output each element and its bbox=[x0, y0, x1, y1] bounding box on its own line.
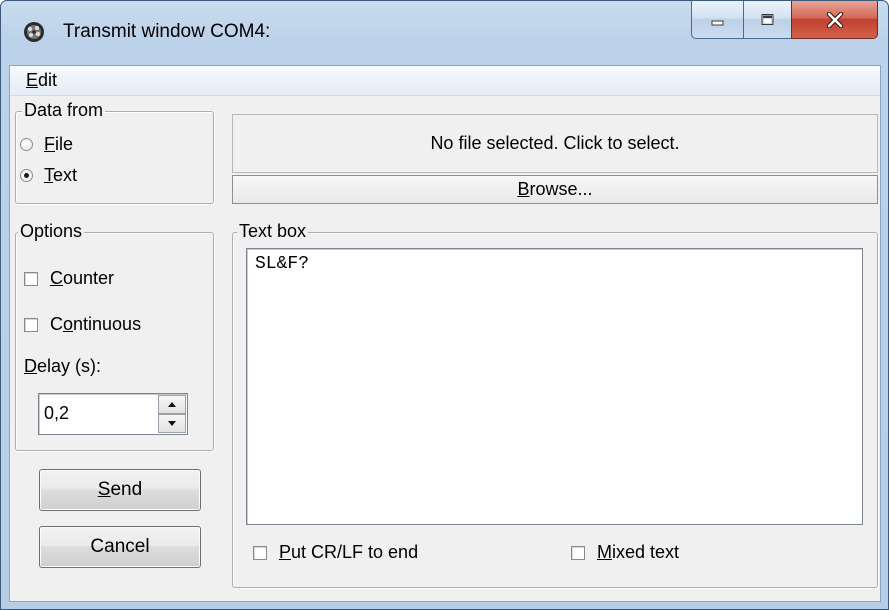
cancel-button[interactable]: Cancel bbox=[39, 526, 201, 568]
data-from-label: Data from bbox=[22, 100, 106, 121]
client-area: Edit Data from File Text No file selecte… bbox=[9, 65, 881, 602]
minimize-icon bbox=[711, 20, 723, 25]
send-mnemonic: S bbox=[97, 479, 111, 500]
window-title: Transmit window COM4: bbox=[63, 21, 271, 42]
radio-file-button[interactable] bbox=[20, 138, 33, 151]
mixed-label: ixed text bbox=[612, 542, 680, 562]
browse-mnemonic: B bbox=[517, 179, 530, 199]
app-icon bbox=[24, 22, 44, 42]
delay-input[interactable]: 0,2 bbox=[44, 403, 69, 424]
browse-button[interactable]: Browse... bbox=[232, 175, 878, 204]
menu-edit-mnemonic: E bbox=[26, 70, 39, 90]
delay-label: elay (s): bbox=[37, 356, 102, 376]
continuous-first: C bbox=[50, 314, 63, 334]
radio-text[interactable]: Text bbox=[20, 165, 77, 186]
text-box-label: Text box bbox=[237, 221, 309, 242]
crlf-mnemonic: P bbox=[279, 542, 292, 562]
continuous-checkbox[interactable]: Continuous bbox=[24, 314, 141, 335]
close-icon bbox=[826, 11, 843, 28]
radio-file[interactable]: File bbox=[20, 134, 73, 155]
menu-bar: Edit bbox=[10, 66, 880, 96]
caption-buttons bbox=[691, 1, 878, 39]
spin-down-button[interactable] bbox=[158, 414, 186, 433]
delay-spinbox[interactable]: 0,2 bbox=[38, 393, 188, 435]
crlf-checkbox[interactable]: Put CR/LF to end bbox=[253, 542, 418, 563]
delay-mnemonic: D bbox=[24, 356, 37, 376]
mixed-mnemonic: M bbox=[597, 542, 612, 562]
mixed-text-checkbox[interactable]: Mixed text bbox=[571, 542, 679, 563]
crlf-label: ut CR/LF to end bbox=[291, 542, 419, 562]
file-status-text: No file selected. Click to select. bbox=[430, 133, 680, 153]
counter-check-box[interactable] bbox=[24, 271, 38, 286]
counter-checkbox[interactable]: Counter bbox=[24, 268, 114, 289]
menu-edit-label: dit bbox=[38, 70, 58, 90]
cancel-label: Cancel bbox=[90, 536, 150, 557]
spin-up-button[interactable] bbox=[158, 395, 186, 414]
continuous-label: ntinuous bbox=[73, 314, 142, 334]
radio-text-mnemonic: T bbox=[44, 165, 53, 185]
spin-up-icon bbox=[168, 402, 176, 407]
spin-down-icon bbox=[168, 421, 176, 426]
continuous-mnemonic: o bbox=[63, 314, 74, 334]
title-bar[interactable]: Transmit window COM4: bbox=[1, 1, 888, 65]
continuous-check-box[interactable] bbox=[24, 317, 38, 332]
counter-mnemonic: C bbox=[50, 268, 63, 288]
send-label: end bbox=[110, 479, 143, 500]
spin-arrows bbox=[158, 395, 186, 433]
text-input-area[interactable]: SL&F? bbox=[246, 248, 863, 525]
minimize-button[interactable] bbox=[691, 1, 743, 39]
transmit-window: Transmit window COM4: Edit Data from Fil… bbox=[0, 0, 889, 610]
file-select-panel[interactable]: No file selected. Click to select. bbox=[232, 114, 878, 173]
radio-text-button[interactable] bbox=[20, 169, 33, 182]
counter-label: ounter bbox=[63, 268, 115, 288]
send-button[interactable]: Send bbox=[39, 469, 201, 511]
mixed-check-box[interactable] bbox=[571, 545, 585, 560]
browse-label: rowse... bbox=[529, 179, 593, 199]
delay-label-row: Delay (s): bbox=[24, 356, 101, 377]
menu-edit[interactable]: Edit bbox=[26, 70, 57, 91]
radio-text-label: ext bbox=[53, 165, 78, 185]
data-from-group: Data from File Text bbox=[15, 100, 214, 204]
radio-file-label: ile bbox=[55, 134, 74, 154]
maximize-icon bbox=[761, 13, 773, 25]
options-label: Options bbox=[18, 221, 85, 242]
crlf-check-box[interactable] bbox=[253, 545, 267, 560]
close-button[interactable] bbox=[791, 1, 878, 39]
maximize-button[interactable] bbox=[743, 1, 791, 39]
radio-file-mnemonic: F bbox=[44, 134, 55, 154]
